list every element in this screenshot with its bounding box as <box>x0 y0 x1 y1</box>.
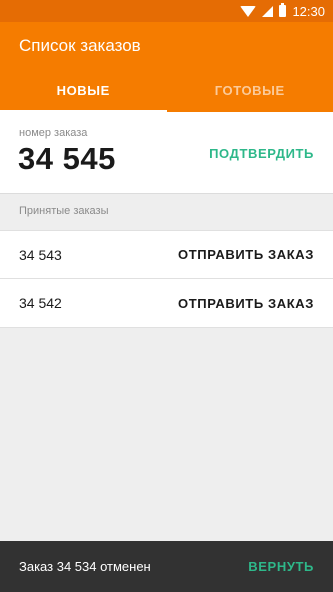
snackbar: Заказ 34 534 отменен ВЕРНУТЬ <box>0 541 333 592</box>
order-number: 34 545 <box>18 141 116 176</box>
status-time: 12:30 <box>292 3 325 19</box>
tab-ready[interactable]: ГОТОВЫЕ <box>167 68 333 112</box>
battery-icon <box>279 3 287 17</box>
send-order-button[interactable]: ОТПРАВИТЬ ЗАКАЗ <box>178 247 314 262</box>
order-number: 34 543 <box>19 246 62 263</box>
send-order-button[interactable]: ОТПРАВИТЬ ЗАКАЗ <box>178 296 314 311</box>
order-number-caption: номер заказа <box>19 127 88 139</box>
list-item: 34 542 ОТПРАВИТЬ ЗАКАЗ <box>0 279 333 328</box>
current-order-card: номер заказа 34 545 ПОДТВЕРДИТЬ <box>0 112 333 194</box>
accepted-orders-header: Принятые заказы <box>19 205 109 217</box>
tab-new[interactable]: НОВЫЕ <box>0 68 167 112</box>
list-item: 34 543 ОТПРАВИТЬ ЗАКАЗ <box>0 230 333 279</box>
undo-button[interactable]: ВЕРНУТЬ <box>248 559 314 574</box>
page-title: Список заказов <box>19 36 141 55</box>
signal-icon <box>262 5 274 17</box>
status-bar: 12:30 <box>0 0 333 22</box>
order-number: 34 542 <box>19 295 62 311</box>
confirm-button[interactable]: ПОДТВЕРДИТЬ <box>209 146 314 161</box>
app-bar: Список заказов НОВЫЕ ГОТОВЫЕ <box>0 22 333 112</box>
snackbar-message: Заказ 34 534 отменен <box>19 559 151 574</box>
tab-bar: НОВЫЕ ГОТОВЫЕ <box>0 68 333 112</box>
accepted-orders-list: 34 543 ОТПРАВИТЬ ЗАКАЗ 34 542 ОТПРАВИТЬ … <box>0 230 333 328</box>
wifi-icon <box>240 6 257 17</box>
